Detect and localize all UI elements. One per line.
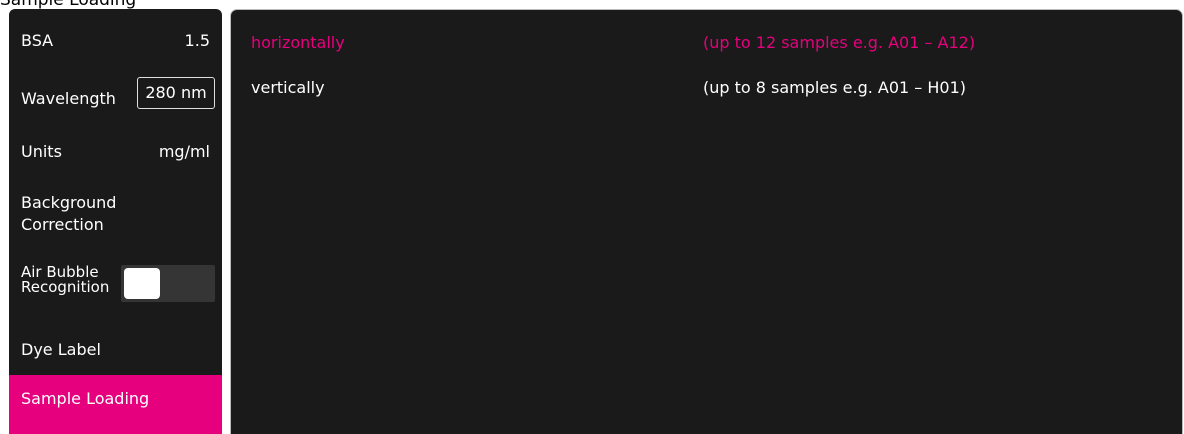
- wavelength-setting: Wavelength 280 nm: [9, 71, 222, 126]
- option-name: vertically: [251, 78, 325, 97]
- bsa-label: BSA: [21, 31, 54, 50]
- air-bubble-setting: Air Bubble Recognition: [9, 253, 222, 321]
- settings-panel: BSA 1.5 Wavelength 280 nm Units mg/ml Ba…: [9, 9, 222, 434]
- window-title: Sample Loading: [0, 0, 137, 10]
- dye-label-setting[interactable]: Dye Label: [9, 321, 222, 375]
- background-correction-label: Background Correction: [21, 193, 117, 234]
- units-setting[interactable]: Units mg/ml: [9, 126, 222, 178]
- sample-loading-label: Sample Loading: [21, 389, 150, 408]
- air-bubble-toggle[interactable]: [121, 265, 215, 302]
- units-value: mg/ml: [158, 142, 210, 161]
- bsa-value: 1.5: [184, 31, 210, 50]
- units-label: Units: [21, 142, 62, 161]
- wavelength-field[interactable]: 280 nm: [137, 77, 215, 109]
- option-description: (up to 8 samples e.g. A01 – H01): [703, 78, 966, 97]
- option-description: (up to 12 samples e.g. A01 – A12): [703, 33, 976, 52]
- dye-label-label: Dye Label: [21, 340, 101, 359]
- option-name: horizontally: [251, 33, 345, 52]
- sample-loading-setting[interactable]: Sample Loading: [9, 375, 222, 434]
- wavelength-label: Wavelength: [21, 89, 116, 108]
- sample-loading-options-panel: horizontally (up to 12 samples e.g. A01 …: [230, 9, 1183, 434]
- background-correction-setting[interactable]: Background Correction: [9, 178, 222, 248]
- bsa-setting[interactable]: BSA 1.5: [9, 9, 222, 71]
- air-bubble-label: Air Bubble Recognition: [21, 265, 110, 295]
- toggle-knob: [124, 268, 160, 299]
